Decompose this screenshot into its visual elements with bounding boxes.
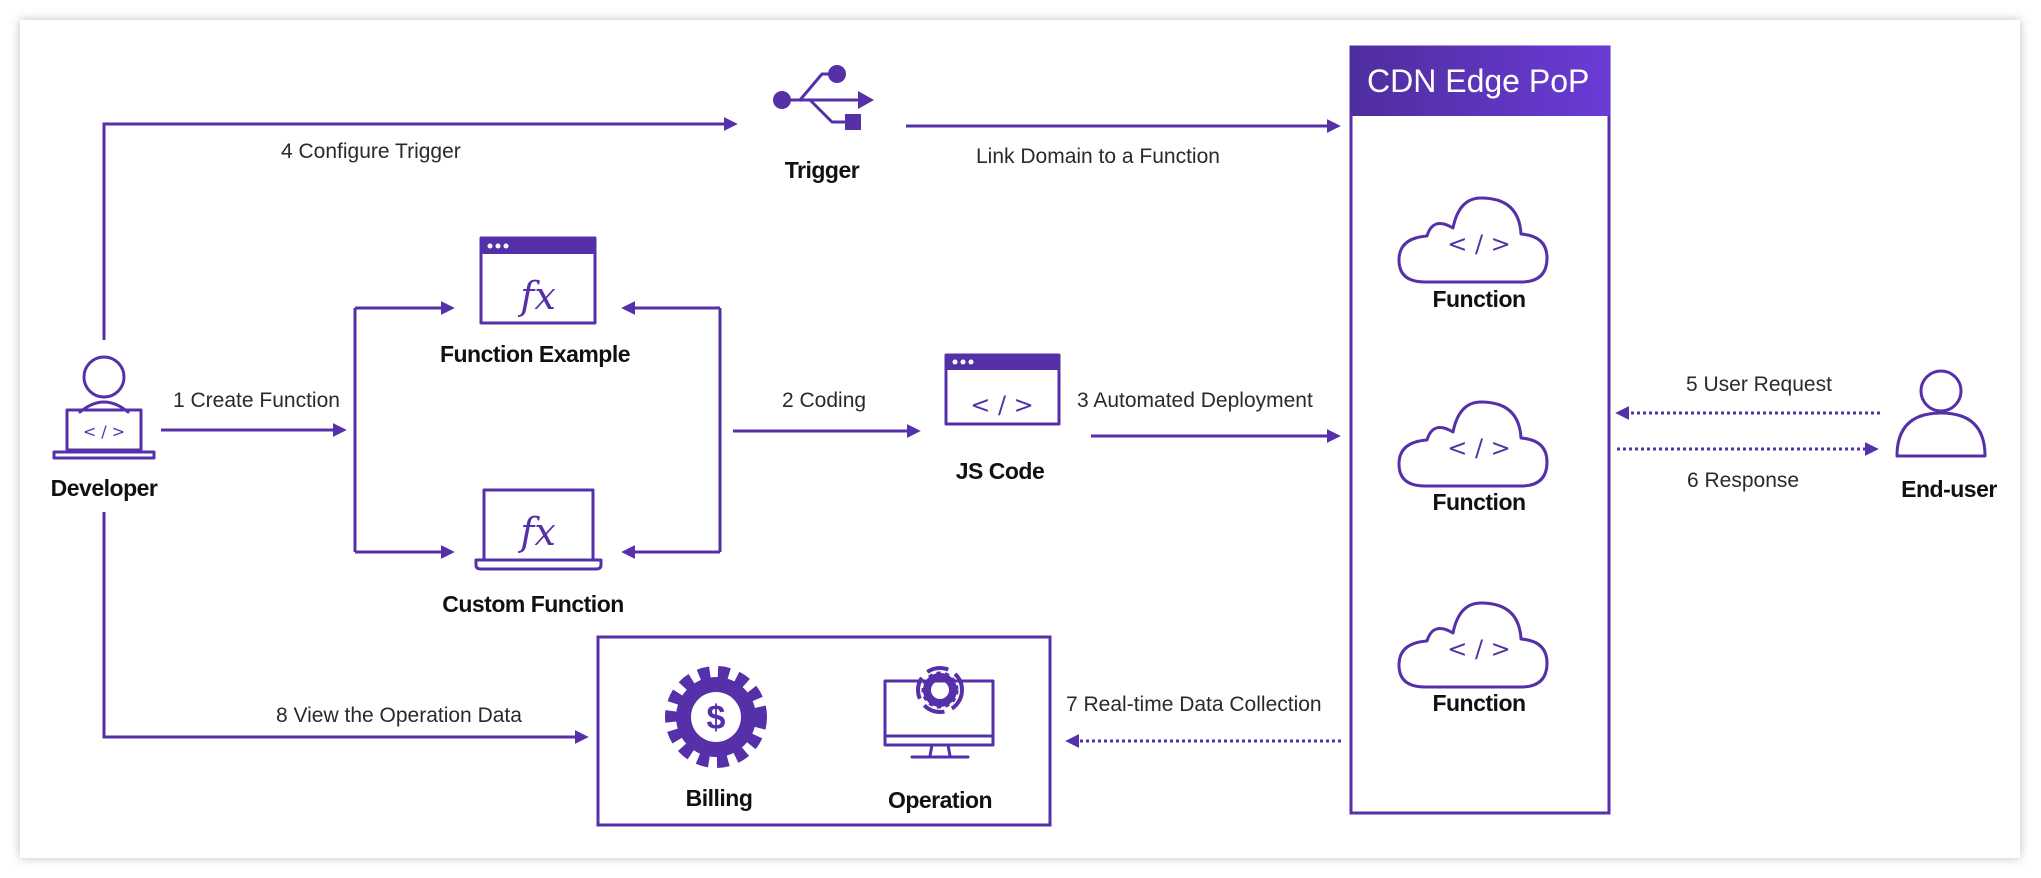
code-glyph: < / > [1447,434,1511,462]
js-code-label: JS Code [956,458,1045,484]
code-glyph: < / > [1447,635,1511,663]
data-collection-label: 7 Real-time Data Collection [1066,693,1322,716]
automated-deployment-label: 3 Automated Deployment [1077,389,1313,412]
fx-glyph: fx [517,274,556,318]
code-glyph: < / > [970,391,1034,419]
function-example-label: Function Example [440,341,630,367]
code-glyph: < / > [83,422,125,441]
custom-function-label: Custom Function [442,591,624,617]
view-operation-data-label: 8 View the Operation Data [276,704,522,727]
cdn-title: CDN Edge PoP [1367,63,1589,99]
response-label: 6 Response [1687,469,1799,492]
fx-glyph: fx [517,510,556,554]
billing-node: $ Billing [665,666,767,811]
end-user-label: End-user [1901,476,1997,502]
create-function-label: 1 Create Function [173,389,340,412]
user-request-label: 5 User Request [1686,373,1832,396]
dollar-glyph: $ [707,699,726,737]
function-label: Function [1432,489,1525,515]
link-domain-label: Link Domain to a Function [976,145,1220,168]
operation-label: Operation [888,787,992,813]
billing-label: Billing [686,785,753,811]
developer-label: Developer [51,475,158,501]
architecture-diagram: < / > Developer 4 Configure Trigger Trig… [20,20,2020,858]
trigger-label: Trigger [785,157,860,183]
code-glyph: < / > [1447,230,1511,258]
configure-trigger-label: 4 Configure Trigger [281,140,461,163]
coding-label: 2 Coding [782,389,866,412]
function-label: Function [1432,286,1525,312]
function-label: Function [1432,690,1525,716]
